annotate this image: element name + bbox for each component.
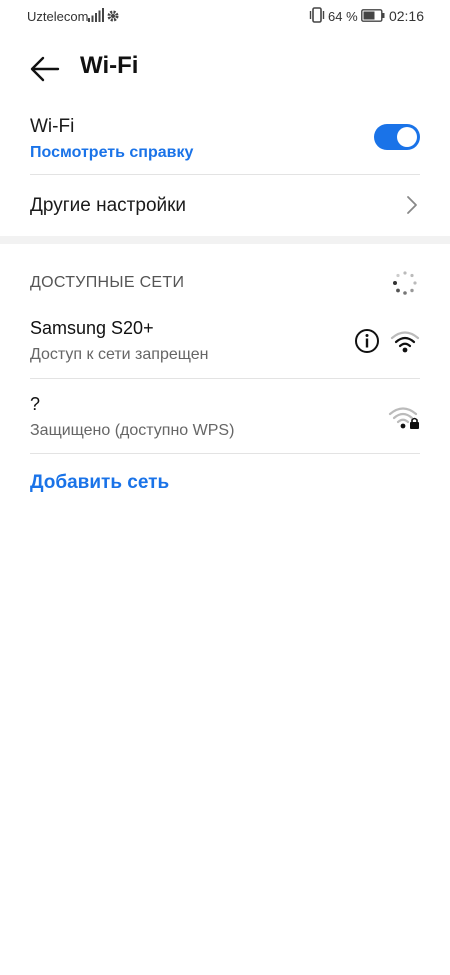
add-network-button[interactable]: Добавить сеть: [30, 472, 169, 494]
carrier-name: Uztelecom: [27, 9, 89, 24]
other-settings-row[interactable]: Другие настройки: [30, 180, 420, 232]
divider: [30, 174, 420, 175]
page-title: Wi-Fi: [80, 52, 139, 79]
header: Wi-Fi: [0, 48, 450, 88]
divider: [30, 378, 420, 379]
section-title: ДОСТУПНЫЕ СЕТИ: [30, 274, 185, 291]
other-settings-label: Другие настройки: [30, 195, 187, 216]
wifi-lock-icon: [388, 404, 420, 435]
clock: 02:16: [388, 8, 424, 24]
network-status: Доступ к сети запрещен: [30, 346, 209, 363]
arrow-left-icon: [30, 56, 60, 82]
help-link[interactable]: Посмотреть справку: [30, 144, 193, 162]
toggle-knob: [397, 127, 417, 147]
network-status: Защищено (доступно WPS): [30, 422, 235, 439]
section-separator: [0, 236, 450, 244]
back-button[interactable]: [28, 52, 62, 86]
gear-icon: [106, 9, 120, 26]
cell-signal-icon: [88, 8, 104, 25]
divider: [30, 453, 420, 454]
chevron-right-icon: [406, 194, 418, 221]
loading-spinner-icon: [392, 270, 418, 301]
battery-percent: 64 %: [328, 9, 358, 24]
available-networks-header: ДОСТУПНЫЕ СЕТИ: [30, 270, 420, 300]
wifi-toggle[interactable]: [374, 124, 420, 150]
wifi-label: Wi-Fi: [30, 116, 75, 137]
network-name: Samsung S20+: [30, 318, 154, 338]
network-item[interactable]: Samsung S20+ Доступ к сети запрещен: [30, 312, 420, 382]
info-icon[interactable]: [354, 328, 380, 359]
network-name: ?: [30, 394, 41, 414]
status-bar: Uztelecom 64 % 02:16: [0, 0, 450, 32]
network-item[interactable]: ? Защищено (доступно WPS): [30, 388, 420, 458]
vibrate-icon: [309, 7, 325, 26]
wifi-toggle-row: Wi-Fi Посмотреть справку: [30, 112, 420, 174]
battery-icon: [361, 9, 385, 25]
wifi-signal-icon: [390, 328, 420, 359]
